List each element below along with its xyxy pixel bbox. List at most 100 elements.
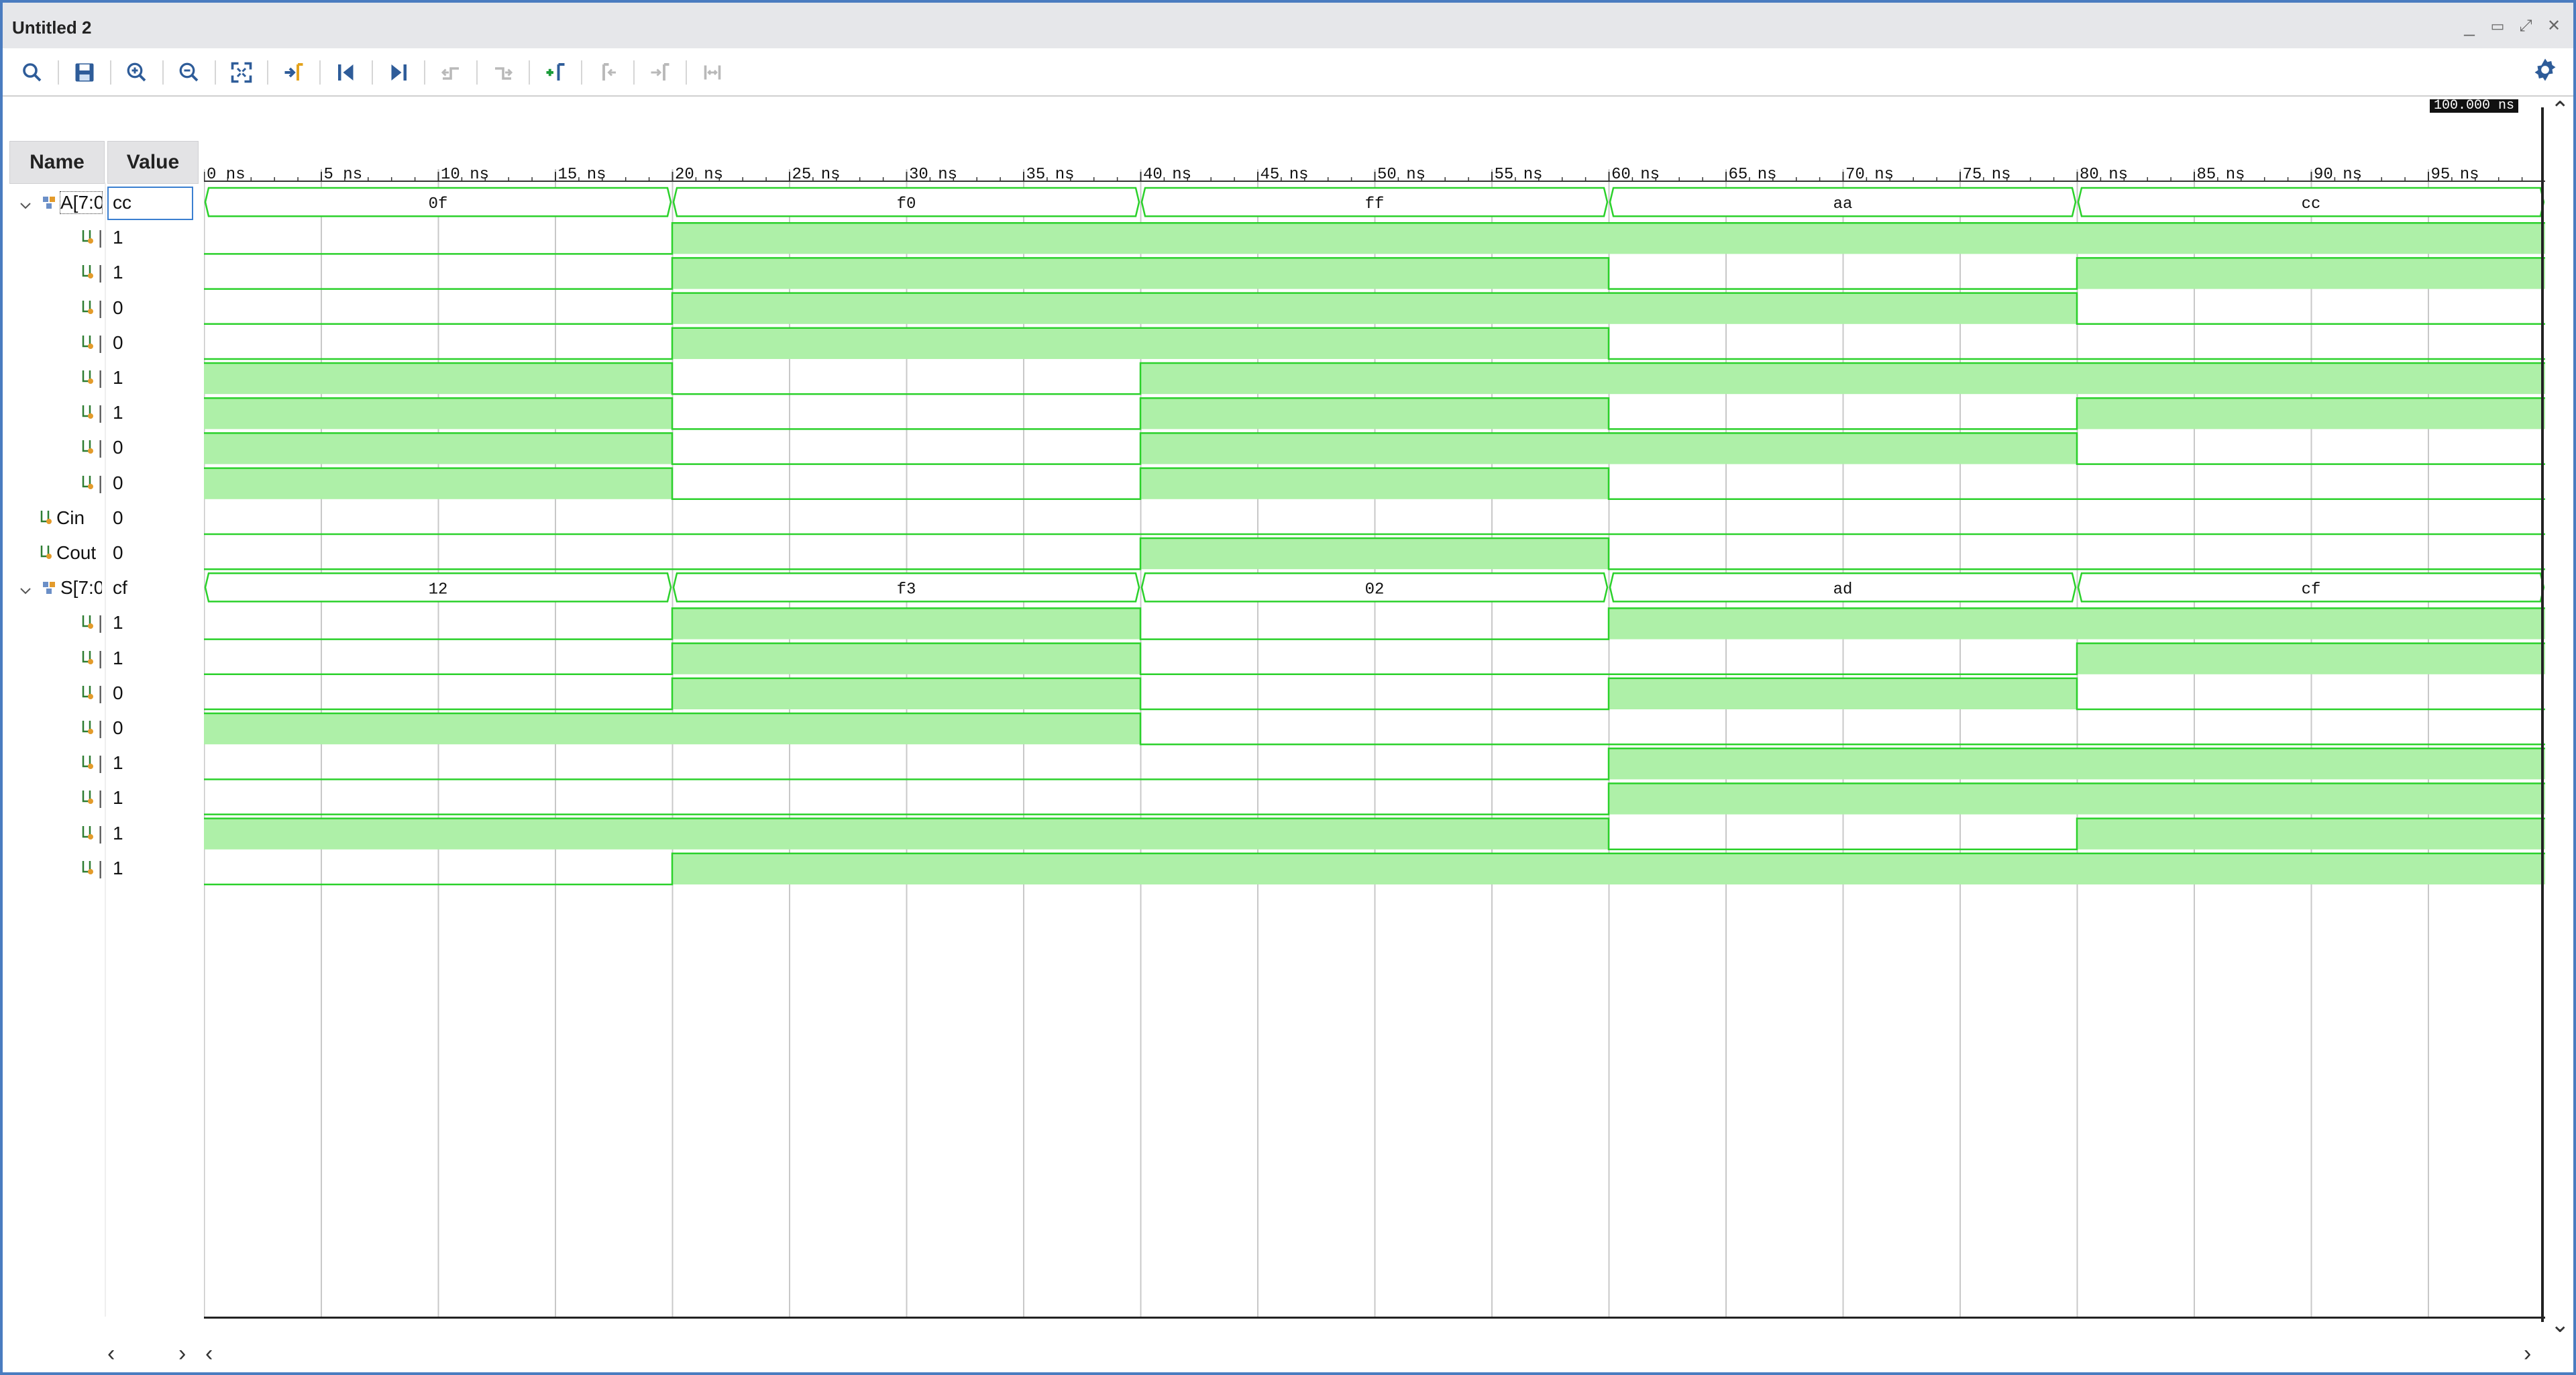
- vertical-scrollbar[interactable]: ⌃ ⌄: [2546, 97, 2571, 1342]
- zoom-out-button[interactable]: [174, 58, 204, 87]
- value-column-header[interactable]: Value: [107, 141, 199, 184]
- time-tick-label: 60 ns: [1611, 166, 1660, 184]
- signal-row[interactable]: Cin: [38, 501, 85, 536]
- next-transition-button[interactable]: [488, 58, 518, 87]
- toolbar-separator: [633, 60, 635, 85]
- bit-high-fill: [1140, 468, 1609, 499]
- restore-button[interactable]: ▭: [2486, 15, 2509, 38]
- go-to-cursor-button[interactable]: [279, 58, 309, 87]
- name-column-header[interactable]: Name: [9, 141, 105, 184]
- column-divider[interactable]: [105, 183, 106, 1317]
- go-to-start-icon: [338, 64, 354, 81]
- signal-row[interactable]: |: [79, 641, 103, 676]
- bit-signal-icon: [79, 788, 94, 808]
- time-tick-label: 15 ns: [558, 166, 606, 184]
- next-marker-icon: [651, 63, 669, 81]
- signal-row[interactable]: |: [79, 711, 103, 746]
- scroll-right-icon[interactable]: ›: [178, 1341, 186, 1367]
- close-button[interactable]: ✕: [2542, 15, 2565, 38]
- signal-row[interactable]: Cout: [38, 536, 96, 570]
- bit-signal-icon: [79, 823, 94, 844]
- bit-high-fill: [1140, 223, 1609, 254]
- go-to-end-icon: [391, 64, 407, 81]
- swap-cursors-button[interactable]: [698, 58, 727, 87]
- time-cursor-line[interactable]: [2541, 107, 2544, 1322]
- next-marker-button[interactable]: [645, 58, 675, 87]
- wave-horizontal-scrollbar[interactable]: ‹ ›: [201, 1341, 2549, 1366]
- toolbar-separator: [686, 60, 687, 85]
- bit-high-fill: [672, 258, 1140, 289]
- bus-value-label: ad: [1833, 580, 1853, 599]
- add-marker-button[interactable]: [541, 58, 570, 87]
- bit-high-fill: [1140, 363, 1609, 395]
- bus-value-label: ff: [1365, 195, 1385, 213]
- signal-row[interactable]: |: [79, 676, 103, 711]
- signal-row[interactable]: |: [79, 291, 103, 325]
- bus-value-label: cf: [2302, 580, 2321, 599]
- gear-icon[interactable]: [2532, 56, 2559, 83]
- time-tick-label: 75 ns: [1963, 166, 2011, 184]
- bit-high-fill: [1140, 327, 1609, 359]
- zoom-fit-button[interactable]: [227, 58, 256, 87]
- signal-row[interactable]: |: [79, 816, 103, 851]
- time-tick-label: 35 ns: [1026, 166, 1075, 184]
- signal-value: 1: [113, 752, 123, 774]
- signal-row[interactable]: |: [79, 395, 103, 430]
- signal-value: 1: [113, 367, 123, 388]
- bus-value-label: 0f: [429, 195, 448, 213]
- bit-high-fill: [2077, 223, 2545, 254]
- cursor-time-label: 100.000 ns: [2430, 99, 2519, 113]
- name-horizontal-scrollbar[interactable]: ‹ ›: [101, 1341, 201, 1366]
- signal-value: 0: [113, 437, 123, 458]
- signal-name: |: [98, 682, 103, 703]
- chevron-down-icon[interactable]: [19, 581, 32, 595]
- signal-row[interactable]: |: [79, 325, 103, 360]
- previous-transition-button[interactable]: [436, 58, 466, 87]
- signal-row[interactable]: A[7:0]: [20, 185, 103, 220]
- scroll-left-icon[interactable]: ‹: [107, 1341, 115, 1367]
- go-to-end-button[interactable]: [384, 58, 413, 87]
- minimize-button[interactable]: _: [2458, 15, 2481, 38]
- bit-high-fill: [672, 293, 1140, 324]
- signal-name: Cin: [56, 507, 85, 528]
- signal-row[interactable]: |: [79, 255, 103, 290]
- bit-high-fill: [2077, 783, 2545, 815]
- signal-row[interactable]: |: [79, 746, 103, 780]
- scroll-right-icon[interactable]: ›: [2524, 1341, 2531, 1367]
- time-tick-label: 80 ns: [2080, 166, 2128, 184]
- scroll-left-icon[interactable]: ‹: [205, 1341, 213, 1367]
- bit-high-fill: [672, 853, 1140, 884]
- scroll-up-icon[interactable]: ⌃: [2551, 97, 2570, 123]
- signal-row[interactable]: |: [79, 220, 103, 255]
- signal-row[interactable]: |: [79, 466, 103, 501]
- signal-row[interactable]: |: [79, 360, 103, 395]
- signal-value: 1: [113, 262, 123, 283]
- maximize-button[interactable]: ⤢: [2514, 15, 2537, 38]
- signal-value: cc: [113, 192, 131, 213]
- bit-high-fill: [2077, 363, 2545, 395]
- chevron-down-icon[interactable]: [19, 196, 32, 209]
- bit-high-fill: [204, 713, 672, 745]
- signal-value: 0: [113, 542, 123, 563]
- search-button[interactable]: [17, 58, 47, 87]
- bus-value-label: f0: [897, 195, 916, 213]
- waveform-area[interactable]: 0 ns 5 ns 10 ns 15 ns 20 ns 25 ns 30 ns 35 ns 40…: [204, 101, 2545, 1319]
- bit-high-fill: [1609, 363, 2077, 395]
- bit-signal-icon: [79, 368, 94, 388]
- signal-name: |: [98, 717, 103, 738]
- signal-row[interactable]: |: [79, 430, 103, 465]
- go-to-start-button[interactable]: [331, 58, 361, 87]
- previous-marker-button[interactable]: [593, 58, 623, 87]
- signal-row[interactable]: S[7:0]: [20, 570, 102, 605]
- save-button[interactable]: [70, 58, 99, 87]
- waveform-canvas[interactable]: 0 ns 5 ns 10 ns 15 ns 20 ns 25 ns 30 ns 35 ns 40…: [204, 101, 2545, 1319]
- bus-value-label: 02: [1365, 580, 1385, 599]
- signal-row[interactable]: |: [79, 851, 103, 886]
- scroll-down-icon[interactable]: ⌄: [2551, 1311, 2570, 1338]
- bit-high-fill: [2077, 748, 2545, 780]
- bit-signal-icon: [79, 648, 94, 668]
- signal-name: A[7:0]: [60, 191, 103, 214]
- signal-row[interactable]: |: [79, 780, 103, 815]
- zoom-in-button[interactable]: [122, 58, 152, 87]
- signal-row[interactable]: |: [79, 605, 103, 640]
